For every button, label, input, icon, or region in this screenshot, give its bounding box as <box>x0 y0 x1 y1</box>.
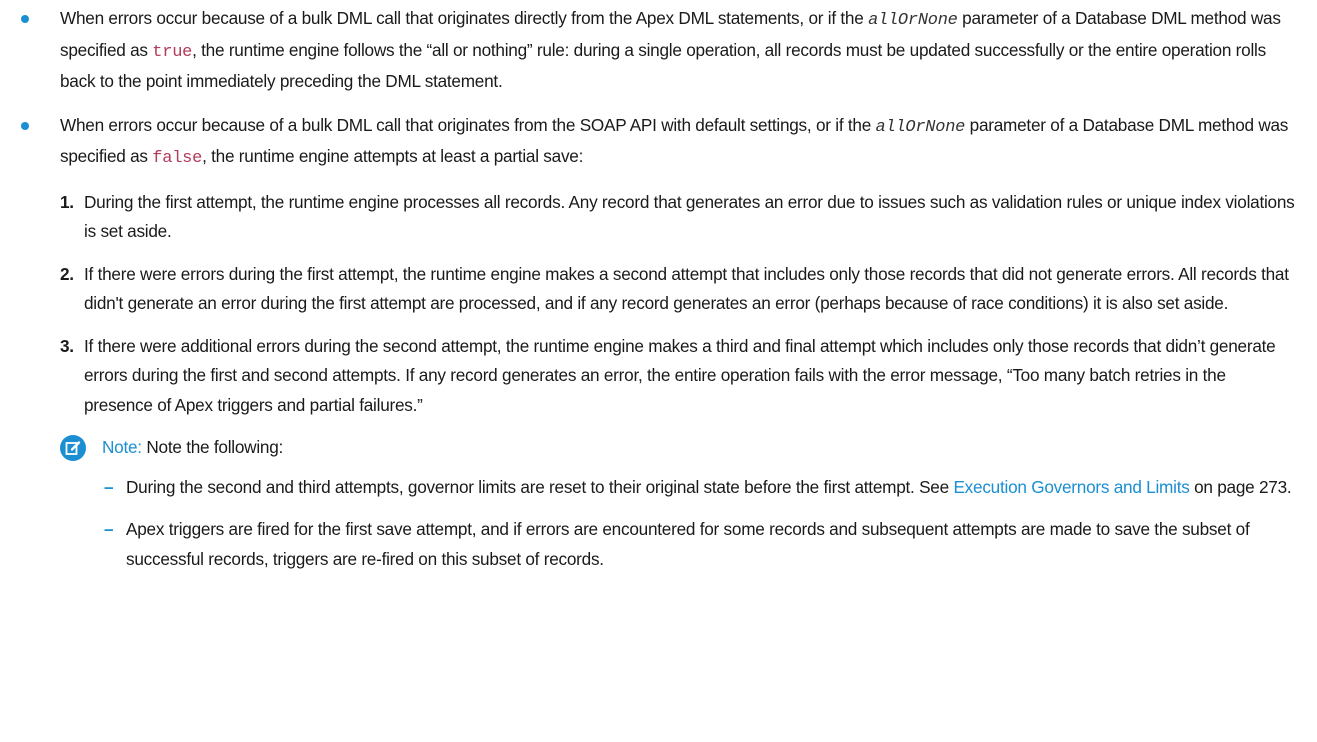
list-item: – During the second and third attempts, … <box>102 473 1297 503</box>
note-heading: Note: <box>102 437 142 457</box>
dash-bullet: – <box>104 476 114 497</box>
bullet-text: When errors occur because of a bulk DML … <box>60 8 1281 91</box>
param-allornone: allOrNone <box>875 117 966 137</box>
bullet-item-partial-save: When errors occur because of a bulk DML … <box>18 111 1297 575</box>
step-number: 1. <box>60 191 74 212</box>
step-text: If there were additional errors during t… <box>84 335 1276 415</box>
note-intro: Note the following: <box>146 437 284 457</box>
list-item: 3. If there were additional errors durin… <box>60 332 1297 421</box>
note-header: Note: Note the following: <box>102 433 1297 463</box>
step-number: 2. <box>60 263 74 284</box>
bullet-text: When errors occur because of a bulk DML … <box>60 114 1289 169</box>
list-item: – Apex triggers are fired for the first … <box>102 515 1297 574</box>
step-number: 3. <box>60 335 74 356</box>
code-false: false <box>152 149 203 168</box>
code-true: true <box>152 42 193 62</box>
param-allornone: allOrNone <box>868 11 958 30</box>
dash-bullet: – <box>104 519 114 539</box>
note-box: Note: Note the following: – During the s… <box>60 433 1297 574</box>
document-page: When errors occur because of a bulk DML … <box>0 0 1317 742</box>
pencil-icon <box>65 441 81 455</box>
step-text: If there were errors during the first at… <box>84 263 1289 314</box>
note-item-text: During the second and third attempts, go… <box>126 476 1292 497</box>
note-list: – During the second and third attempts, … <box>102 473 1297 575</box>
attempt-steps-list: 1. During the first attempt, the runtime… <box>60 188 1297 421</box>
list-item: 2. If there were errors during the first… <box>60 260 1297 319</box>
step-text: During the first attempt, the runtime en… <box>84 191 1295 242</box>
bullet-item-all-or-nothing: When errors occur because of a bulk DML … <box>18 4 1297 97</box>
bullet-icon <box>21 121 29 130</box>
list-item: 1. During the first attempt, the runtime… <box>60 188 1297 247</box>
edit-note-icon <box>60 435 86 461</box>
execution-governors-link[interactable]: Execution Governors and Limits <box>953 477 1189 497</box>
note-item-text: Apex triggers are fired for the first sa… <box>126 519 1250 569</box>
bullet-icon <box>21 15 29 23</box>
